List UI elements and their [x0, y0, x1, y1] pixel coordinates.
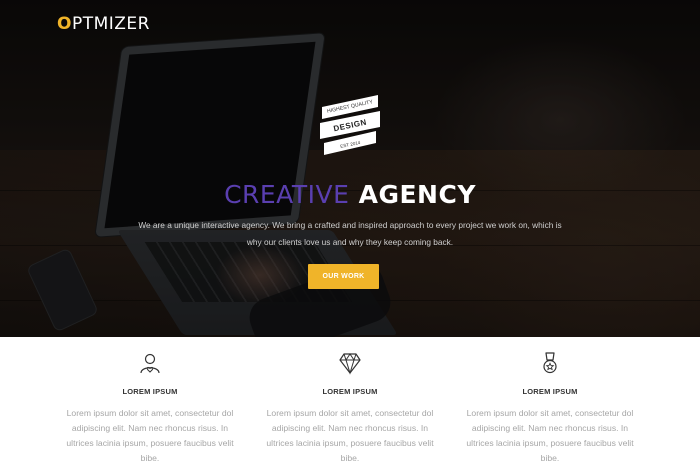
- feature-title: LOREM IPSUM: [522, 387, 578, 396]
- user-heart-icon: [140, 353, 160, 374]
- highest-quality-design-badge: HIGHEST QUALITY DESIGN EST 2014: [320, 95, 380, 155]
- features-section: LOREM IPSUM Lorem ipsum dolor sit amet, …: [0, 337, 700, 470]
- medal-icon: [543, 352, 557, 374]
- hero-section: OPTMIZER HIGHEST QUALITY DESIGN EST 2014…: [0, 0, 700, 337]
- site-logo[interactable]: OPTMIZER: [57, 14, 150, 34]
- feature-title: LOREM IPSUM: [322, 387, 378, 396]
- feature-title: LOREM IPSUM: [122, 387, 178, 396]
- hero-subtitle: We are a unique interactive agency. We b…: [138, 220, 562, 247]
- logo-text: PTMIZER: [71, 14, 150, 34]
- headline-part-agency: AGENCY: [358, 180, 476, 209]
- feature-text: Lorem ipsum dolor sit amet, consectetur …: [266, 408, 434, 463]
- feature-text: Lorem ipsum dolor sit amet, consectetur …: [466, 408, 634, 463]
- feature-text: Lorem ipsum dolor sit amet, consectetur …: [66, 408, 234, 463]
- diamond-icon: [339, 353, 361, 375]
- logo-letter-o: O: [57, 14, 72, 34]
- our-work-button[interactable]: OUR WORK: [308, 264, 379, 289]
- hero-headline: CREATIVE AGENCY: [0, 180, 700, 209]
- headline-part-creative: CREATIVE: [224, 180, 350, 209]
